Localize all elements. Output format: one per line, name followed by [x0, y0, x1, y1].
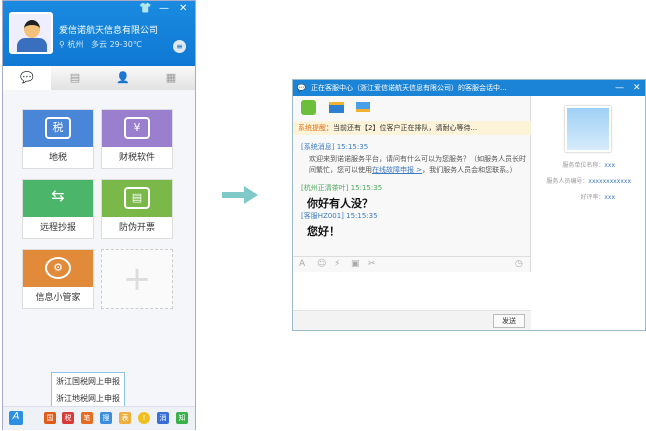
alert-icon[interactable]: ! [138, 412, 150, 424]
guoshui-icon[interactable]: 国 [44, 412, 56, 424]
pen-icon[interactable]: 笔 [81, 412, 93, 424]
image-icon[interactable]: ▣ [351, 259, 360, 269]
chat-title: 正在客服中心（浙江爱信诺航天信息有限公司）的客服会话中... [311, 84, 507, 92]
send-button[interactable]: 发送 [493, 314, 525, 328]
fault-report-link[interactable]: 在线故障申报 > [372, 166, 422, 174]
input-toolbar: A ☺ ⚡ ▣ ✂ ◷ [293, 256, 531, 272]
tab-chat[interactable]: 💬 [3, 66, 51, 90]
tax-icon[interactable]: 税 [62, 412, 74, 424]
globe-gear-icon: ⚙ [45, 257, 71, 279]
emoji-icon[interactable]: ☺ [317, 259, 326, 269]
menu-icon[interactable]: ≡ [173, 40, 186, 53]
tooltip-item[interactable]: 浙江地税网上申报 [56, 390, 124, 407]
tax-icon: 税 [45, 117, 71, 139]
chat-bubble-icon: 💬 [297, 84, 306, 92]
system-notice: 系统提醒：当前还有【2】位客户正在排队，请耐心等待... [293, 121, 531, 135]
company-name: 爱信诺航天信息有限公司 [59, 26, 159, 36]
printer-icon: ▤ [124, 187, 150, 209]
add-tile-button[interactable]: + [101, 249, 173, 309]
location-pin-icon: ⚲ [59, 40, 65, 49]
client-window: 👕 — ✕ 爱信诺航天信息有限公司 ⚲ 杭州 多云 29-30℃ ≡ 💬 ▤ 👤… [2, 0, 196, 430]
search-icon[interactable]: 搜 [100, 412, 112, 424]
location-weather: ⚲ 杭州 多云 29-30℃ [59, 40, 142, 49]
chat-window: 💬 正在客服中心（浙江爱信诺航天信息有限公司）的客服会话中... — ✕ 系统提… [292, 79, 646, 331]
agent-id: 服务人员编号：xxxxxxxxxxxx [546, 178, 631, 185]
shake-icon[interactable]: ⚡ [334, 259, 340, 269]
tooltip-item[interactable]: 浙江国税网上申报 [56, 373, 124, 390]
tile-info-manager[interactable]: ⚙ 信息小管家 [22, 249, 94, 309]
yen-icon: ¥ [124, 117, 150, 139]
rating: 好评率：xxx [580, 194, 615, 201]
chat-tool-icon[interactable] [301, 100, 316, 115]
tab-bar: 💬 ▤ 👤 ▦ [3, 66, 195, 90]
history-icon[interactable]: ◷ [515, 259, 523, 269]
tile-invoice[interactable]: ▤ 防伪开票 [101, 179, 173, 239]
tab-news[interactable]: ▤ [51, 66, 99, 90]
app-logo-icon[interactable]: A [9, 411, 23, 425]
knowledge-icon[interactable]: 知 [176, 412, 188, 424]
tile-tax-software[interactable]: ¥ 财税软件 [101, 109, 173, 169]
message: [系统消息] 15:15:35 欢迎来到诺诺服务平台，请问有什么可以为您服务？（… [301, 143, 526, 174]
tab-contacts[interactable]: 👤 [99, 66, 147, 90]
chat-title-bar: 💬 正在客服中心（浙江爱信诺航天信息有限公司）的客服会话中... — ✕ [293, 80, 645, 96]
tab-apps[interactable]: ▦ [147, 66, 195, 90]
skin-icon[interactable]: 👕 [139, 3, 151, 14]
agent-avatar [565, 106, 611, 152]
minimize-button[interactable]: — [159, 3, 169, 14]
service-unit: 服务单位名称：xxx [562, 162, 615, 169]
remote-desktop-icon[interactable] [329, 102, 344, 113]
send-bar: 发送 [293, 310, 531, 330]
close-button[interactable]: ✕ [633, 80, 641, 96]
message-input[interactable] [293, 272, 531, 310]
header: 👕 — ✕ 爱信诺航天信息有限公司 ⚲ 杭州 多云 29-30℃ ≡ [3, 1, 195, 66]
close-button[interactable]: ✕ [179, 3, 187, 14]
bottom-toolbar: A 国 税 笔 搜 表 ! 消 知 [3, 406, 195, 430]
chat-main: 系统提醒：当前还有【2】位客户正在排队，请耐心等待... [系统消息] 15:1… [293, 96, 531, 330]
exchange-icon: ⇆ [51, 186, 65, 205]
minimize-button[interactable]: — [615, 80, 624, 96]
message-icon[interactable]: 消 [157, 412, 169, 424]
screenshot-icon[interactable] [356, 102, 370, 112]
tooltip: 浙江国税网上申报 浙江地税网上申报 [51, 372, 125, 408]
message: [杭州正清茶叶] 15:15:35 你好有人没？ [301, 184, 383, 210]
screenshot-icon[interactable]: ✂ [368, 259, 376, 269]
message: [客服HZ001] 15:15:35 您好！ [301, 212, 378, 238]
arrow-right-icon [222, 186, 258, 204]
list-icon[interactable]: 表 [119, 412, 131, 424]
tile-dishui[interactable]: 税地税 [22, 109, 94, 169]
avatar[interactable] [9, 12, 53, 54]
font-icon[interactable]: A [299, 259, 305, 269]
tile-remote-report[interactable]: ⇆ 远程抄报 [22, 179, 94, 239]
